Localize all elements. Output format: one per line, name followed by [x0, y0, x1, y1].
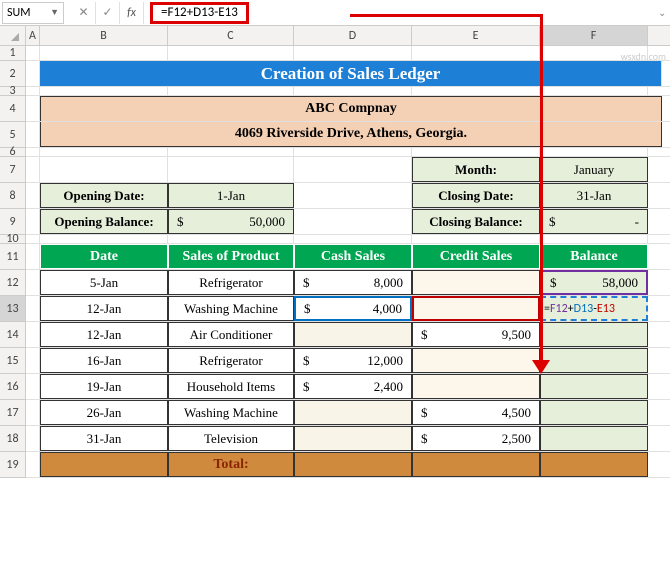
formula-buttons: ✕ ✓ fx: [72, 2, 144, 24]
formula-bar: SUM ▼ ✕ ✓ fx =F12+D13-E13 ⌄: [0, 0, 670, 26]
watermark: wsxdn.com: [621, 50, 666, 63]
row-header-14[interactable]: 14: [0, 322, 25, 348]
row-header-13[interactable]: 13: [0, 296, 25, 322]
closing-date-value: 31-Jan: [540, 183, 648, 208]
company-addr: 4069 Riverside Drive, Athens, Georgia.: [40, 122, 662, 147]
total-row: Total:: [26, 452, 670, 478]
row-header-18[interactable]: 18: [0, 426, 25, 452]
col-header-b[interactable]: B: [40, 26, 168, 45]
table-row: 12-Jan Air Conditioner $9,500: [26, 322, 670, 348]
row-header-1[interactable]: 1: [0, 46, 25, 61]
row-headers: 1 2 3 4 5 6 7 8 9 10 11 12 13 14 15 16 1…: [0, 46, 26, 478]
row-header-12[interactable]: 12: [0, 270, 25, 296]
table-row: 12-Jan Washing Machine $4,000 =F12+D13-E…: [26, 296, 670, 322]
table-row: 26-Jan Washing Machine $4,500: [26, 400, 670, 426]
col-header-f[interactable]: F: [540, 26, 648, 45]
cell-e13[interactable]: [412, 296, 540, 321]
title-bar: Creation of Sales Ledger: [40, 61, 662, 86]
row-header-10[interactable]: 10: [0, 235, 25, 244]
row-header-3[interactable]: 3: [0, 87, 25, 96]
closing-date-label: Closing Date:: [412, 183, 540, 208]
accept-button[interactable]: ✓: [96, 2, 120, 24]
col-header-e[interactable]: E: [412, 26, 540, 45]
closing-balance-label: Closing Balance:: [412, 209, 540, 234]
cell-f13-active[interactable]: =F12+D13-E13: [540, 296, 648, 321]
column-headers: A B C D E F: [0, 26, 670, 46]
opening-date-label: Opening Date:: [40, 183, 168, 208]
row-header-17[interactable]: 17: [0, 400, 25, 426]
col-header-c[interactable]: C: [168, 26, 294, 45]
name-box-dropdown-icon[interactable]: ▼: [50, 7, 59, 18]
cancel-button[interactable]: ✕: [72, 2, 96, 24]
col-header-d[interactable]: D: [294, 26, 412, 45]
month-label: Month:: [412, 157, 540, 182]
grid-body: 1 2 3 4 5 6 7 8 9 10 11 12 13 14 15 16 1…: [0, 46, 670, 478]
company-name: ABC Compnay: [40, 96, 662, 121]
th-balance: Balance: [540, 244, 648, 269]
row-header-19[interactable]: 19: [0, 452, 25, 478]
formula-text: =F12+D13-E13: [161, 5, 238, 20]
row-header-7[interactable]: 7: [0, 157, 25, 183]
row-header-16[interactable]: 16: [0, 374, 25, 400]
table-row: 31-Jan Television $2,500: [26, 426, 670, 452]
formula-highlight: =F12+D13-E13: [150, 2, 249, 24]
month-value: January: [540, 157, 648, 182]
name-box[interactable]: SUM ▼: [2, 2, 64, 24]
row-header-15[interactable]: 15: [0, 348, 25, 374]
formula-expand-icon[interactable]: ⌄: [654, 6, 670, 19]
cells-area[interactable]: Creation of Sales Ledger ABC Compnay 406…: [26, 46, 670, 478]
row-header-6[interactable]: 6: [0, 148, 25, 157]
row-header-8[interactable]: 8: [0, 183, 25, 209]
cell-f12[interactable]: $58,000: [540, 270, 648, 295]
opening-balance-label: Opening Balance:: [40, 209, 168, 234]
table-header-row: Date Sales of Product Cash Sales Credit …: [26, 244, 670, 270]
total-label[interactable]: Total:: [168, 452, 294, 477]
th-product: Sales of Product: [168, 244, 294, 269]
table-row: 5-Jan Refrigerator $8,000 $58,000: [26, 270, 670, 296]
table-row: 16-Jan Refrigerator $12,000: [26, 348, 670, 374]
row-header-11[interactable]: 11: [0, 244, 25, 270]
th-credit: Credit Sales: [412, 244, 540, 269]
cell-d13[interactable]: $4,000: [294, 296, 412, 321]
th-date: Date: [40, 244, 168, 269]
opening-balance-value: $50,000: [168, 209, 294, 234]
row-header-4[interactable]: 4: [0, 96, 25, 122]
table-row: 19-Jan Household Items $2,400: [26, 374, 670, 400]
formula-input[interactable]: =F12+D13-E13: [144, 0, 654, 26]
select-all-corner[interactable]: [0, 26, 26, 45]
th-cash: Cash Sales: [294, 244, 412, 269]
name-box-value: SUM: [7, 6, 30, 20]
col-header-a[interactable]: A: [26, 26, 40, 45]
closing-balance-value: $-: [540, 209, 648, 234]
fx-button[interactable]: fx: [120, 2, 144, 24]
opening-date-value: 1-Jan: [168, 183, 294, 208]
